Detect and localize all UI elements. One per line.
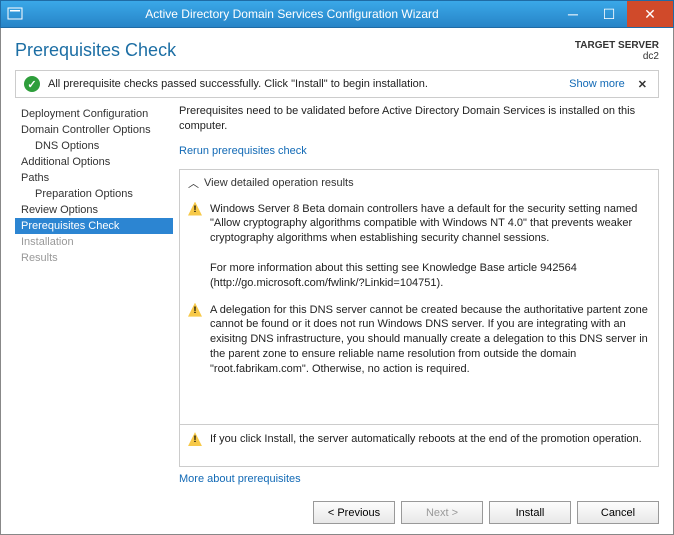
sidebar-item-preparation-options[interactable]: Preparation Options (15, 186, 173, 202)
sidebar-item-paths[interactable]: Paths (15, 170, 173, 186)
install-warning-text: If you click Install, the server automat… (210, 432, 642, 447)
target-server-value: dc2 (575, 51, 659, 62)
collapse-caret-icon: ︿ (188, 175, 199, 191)
warning-text: A delegation for this DNS server cannot … (210, 303, 648, 377)
status-message: All prerequisite checks passed successfu… (48, 78, 559, 90)
sidebar-item-installation: Installation (15, 234, 173, 250)
wizard-sidebar: Deployment ConfigurationDomain Controlle… (15, 104, 173, 497)
previous-button[interactable]: < Previous (313, 501, 395, 524)
warning-item: Windows Server 8 Beta domain controllers… (188, 202, 648, 291)
install-warning: If you click Install, the server automat… (180, 425, 658, 454)
results-header-label: View detailed operation results (204, 177, 354, 189)
intro-text: Prerequisites need to be validated befor… (179, 104, 659, 134)
rerun-check-link[interactable]: Rerun prerequisites check (179, 145, 307, 157)
sidebar-item-prerequisites-check[interactable]: Prerequisites Check (15, 218, 173, 234)
window-title: Active Directory Domain Services Configu… (29, 7, 555, 21)
target-server-label: TARGET SERVER (575, 40, 659, 51)
sidebar-item-review-options[interactable]: Review Options (15, 202, 173, 218)
warning-icon (188, 432, 202, 446)
window-titlebar: Active Directory Domain Services Configu… (0, 0, 674, 28)
warning-icon (188, 303, 202, 317)
success-check-icon: ✓ (24, 76, 40, 92)
show-more-link[interactable]: Show more (569, 78, 625, 90)
warning-icon (188, 202, 202, 216)
status-close-icon[interactable]: ✕ (635, 78, 650, 91)
results-header[interactable]: ︿ View detailed operation results (180, 170, 658, 196)
sidebar-item-dns-options[interactable]: DNS Options (15, 138, 173, 154)
app-icon (1, 0, 29, 28)
close-button[interactable]: ✕ (627, 1, 673, 27)
results-box: ︿ View detailed operation results Window… (179, 169, 659, 467)
cancel-button[interactable]: Cancel (577, 501, 659, 524)
warning-text: Windows Server 8 Beta domain controllers… (210, 202, 648, 291)
target-server-info: TARGET SERVER dc2 (575, 40, 659, 62)
install-button[interactable]: Install (489, 501, 571, 524)
next-button: Next > (401, 501, 483, 524)
sidebar-item-additional-options[interactable]: Additional Options (15, 154, 173, 170)
page-title: Prerequisites Check (15, 40, 575, 61)
status-bar: ✓ All prerequisite checks passed success… (15, 70, 659, 98)
sidebar-item-results: Results (15, 250, 173, 266)
minimize-button[interactable]: ─ (555, 1, 591, 27)
results-body: Windows Server 8 Beta domain controllers… (180, 196, 658, 425)
maximize-button[interactable]: ☐ (591, 1, 627, 27)
more-about-link[interactable]: More about prerequisites (179, 473, 301, 485)
button-row: < Previous Next > Install Cancel (15, 497, 659, 524)
sidebar-item-domain-controller-options[interactable]: Domain Controller Options (15, 122, 173, 138)
warning-item: A delegation for this DNS server cannot … (188, 303, 648, 377)
sidebar-item-deployment-configuration[interactable]: Deployment Configuration (15, 106, 173, 122)
